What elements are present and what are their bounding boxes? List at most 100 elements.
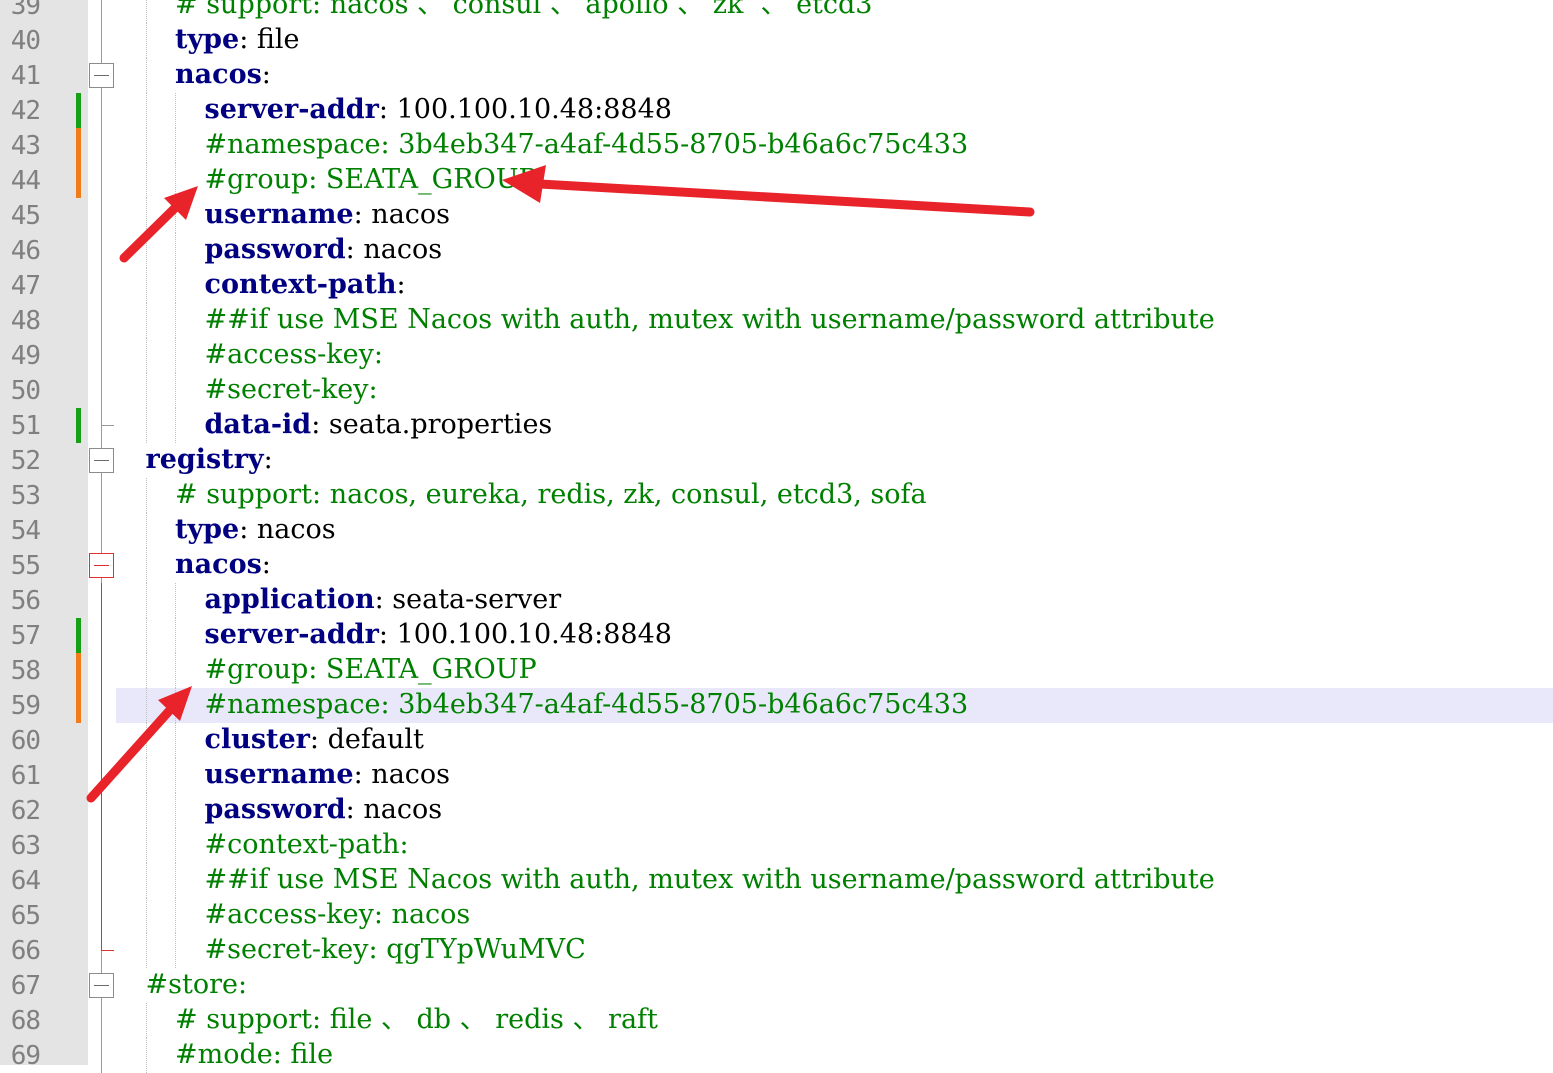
code-line[interactable]: 53 # support: nacos, eureka, redis, zk, c… <box>0 478 1553 513</box>
line-number: 40 <box>10 26 41 56</box>
yaml-comment: #secret-key: qgTYpWuMVC <box>204 934 586 965</box>
code-line[interactable]: 46 password: nacos <box>0 233 1553 268</box>
fold-guide-line <box>101 233 102 268</box>
code-line[interactable]: 64 ##if use MSE Nacos with auth, mutex wi… <box>0 863 1553 898</box>
indent-guide <box>145 1003 147 1038</box>
code-text[interactable]: type: nacos <box>175 515 336 545</box>
code-text[interactable]: data-id: seata.properties <box>205 410 553 440</box>
code-line[interactable]: 55 nacos: <box>0 548 1553 583</box>
code-line[interactable]: 58 #group: SEATA_GROUP <box>0 653 1553 688</box>
code-text[interactable]: #namespace: 3b4eb347-a4af-4d55-8705-b46a… <box>205 130 969 160</box>
code-line[interactable]: 51 data-id: seata.properties <box>0 408 1553 443</box>
code-line[interactable]: 54 type: nacos <box>0 513 1553 548</box>
code-line[interactable]: 50 #secret-key: <box>0 373 1553 408</box>
code-line[interactable]: 68 # support: file 、 db 、 redis 、 raft <box>0 1003 1553 1038</box>
code-text[interactable]: password: nacos <box>205 795 443 825</box>
fold-toggle-button[interactable] <box>89 63 114 88</box>
indent-guide <box>175 758 176 793</box>
code-line[interactable]: 52 registry: <box>0 443 1553 478</box>
code-text[interactable]: nacos: <box>175 60 271 90</box>
yaml-key: cluster <box>204 724 310 755</box>
code-line[interactable]: 60 cluster: default <box>0 723 1553 758</box>
code-text[interactable]: #mode: file <box>175 1040 333 1070</box>
code-text[interactable]: # support: nacos 、 consul 、 apollo 、 zk … <box>175 0 872 20</box>
code-line[interactable]: 61 username: nacos <box>0 758 1553 793</box>
code-line[interactable]: 65 #access-key: nacos <box>0 898 1553 933</box>
code-text[interactable]: # support: nacos, eureka, redis, zk, con… <box>175 480 927 510</box>
active-fold-guide-line <box>101 723 102 758</box>
code-text[interactable]: context-path: <box>205 270 406 300</box>
code-line[interactable]: 63 #context-path: <box>0 828 1553 863</box>
indent-guide <box>145 478 147 513</box>
yaml-key: data-id <box>204 409 312 440</box>
code-text[interactable]: #store: <box>146 970 248 1000</box>
fold-toggle-button[interactable] <box>89 448 114 473</box>
saved-change-marker <box>76 93 81 128</box>
code-text[interactable]: #secret-key: qgTYpWuMVC <box>205 935 586 965</box>
code-text[interactable]: username: nacos <box>205 760 451 790</box>
code-line[interactable]: 57 server-addr: 100.100.10.48:8848 <box>0 618 1553 653</box>
code-text[interactable]: application: seata-server <box>205 585 562 615</box>
fold-toggle-button[interactable] <box>89 553 114 578</box>
code-line[interactable]: 41 nacos: <box>0 58 1553 93</box>
code-line[interactable]: 47 context-path: <box>0 268 1553 303</box>
code-text[interactable]: #group: SEATA_GROUP <box>205 655 537 685</box>
code-text[interactable]: #namespace: 3b4eb347-a4af-4d55-8705-b46a… <box>205 690 969 720</box>
code-editor[interactable]: 39 # support: nacos 、 consul 、 apollo 、 z… <box>0 0 1553 1073</box>
line-number: 67 <box>10 971 41 1001</box>
code-line[interactable]: 56 application: seata-server <box>0 583 1553 618</box>
yaml-separator: : <box>345 794 355 825</box>
code-text[interactable]: ##if use MSE Nacos with auth, mutex with… <box>205 305 1215 335</box>
code-text[interactable]: #context-path: <box>205 830 409 860</box>
indent-guide <box>175 793 176 828</box>
code-text[interactable]: #access-key: nacos <box>205 900 471 930</box>
code-line[interactable]: 62 password: nacos <box>0 793 1553 828</box>
code-line[interactable]: 44 #group: SEATA_GROUP <box>0 163 1553 198</box>
code-text[interactable]: server-addr: 100.100.10.48:8848 <box>205 95 672 125</box>
code-line[interactable]: 69 #mode: file <box>0 1038 1553 1073</box>
code-line[interactable]: 39 # support: nacos 、 consul 、 apollo 、 z… <box>0 0 1553 23</box>
line-number: 43 <box>10 131 41 161</box>
yaml-key: username <box>204 199 354 230</box>
code-line[interactable]: 49 #access-key: <box>0 338 1553 373</box>
indent-guide <box>145 0 147 23</box>
yaml-comment: #access-key: <box>204 339 383 370</box>
code-line[interactable]: 66 #secret-key: qgTYpWuMVC <box>0 933 1553 968</box>
code-line[interactable]: 59 #namespace: 3b4eb347-a4af-4d55-8705-b4… <box>0 688 1553 723</box>
code-text[interactable]: ##if use MSE Nacos with auth, mutex with… <box>205 865 1215 895</box>
line-number: 66 <box>10 936 41 966</box>
yaml-value: seata-server <box>383 584 562 615</box>
code-line[interactable]: 40 type: file <box>0 23 1553 58</box>
code-text[interactable]: cluster: default <box>205 725 424 755</box>
code-text[interactable]: # support: file 、 db 、 redis 、 raft <box>175 1005 658 1035</box>
indent-guide <box>175 863 176 898</box>
line-number: 55 <box>10 551 41 581</box>
code-text[interactable]: nacos: <box>175 550 271 580</box>
yaml-key: context-path <box>204 269 397 300</box>
yaml-comment: # support: nacos, eureka, redis, zk, con… <box>175 479 927 510</box>
code-line[interactable]: 45 username: nacos <box>0 198 1553 233</box>
modified-change-marker <box>76 128 81 163</box>
fold-guide-line <box>101 513 102 548</box>
indent-guide <box>175 128 176 163</box>
indent-guide <box>145 338 147 373</box>
line-number: 52 <box>10 446 41 476</box>
code-text[interactable]: username: nacos <box>205 200 451 230</box>
code-line[interactable]: 42 server-addr: 100.100.10.48:8848 <box>0 93 1553 128</box>
code-text[interactable]: password: nacos <box>205 235 443 265</box>
code-text[interactable]: registry: <box>146 445 273 475</box>
code-text[interactable]: server-addr: 100.100.10.48:8848 <box>205 620 672 650</box>
active-fold-guide-line <box>101 583 102 618</box>
fold-toggle-button[interactable] <box>89 973 114 998</box>
code-text[interactable]: #group: SEATA_GROUP <box>205 165 537 195</box>
code-line[interactable]: 67 #store: <box>0 968 1553 1003</box>
code-text[interactable]: #access-key: <box>205 340 383 370</box>
line-number: 47 <box>10 271 41 301</box>
saved-change-marker <box>76 618 81 653</box>
code-text[interactable]: #secret-key: <box>205 375 378 405</box>
code-line[interactable]: 43 #namespace: 3b4eb347-a4af-4d55-8705-b4… <box>0 128 1553 163</box>
indent-guide <box>145 268 147 303</box>
code-line[interactable]: 48 ##if use MSE Nacos with auth, mutex wi… <box>0 303 1553 338</box>
code-text[interactable]: type: file <box>175 25 300 55</box>
indent-guide <box>175 618 176 653</box>
